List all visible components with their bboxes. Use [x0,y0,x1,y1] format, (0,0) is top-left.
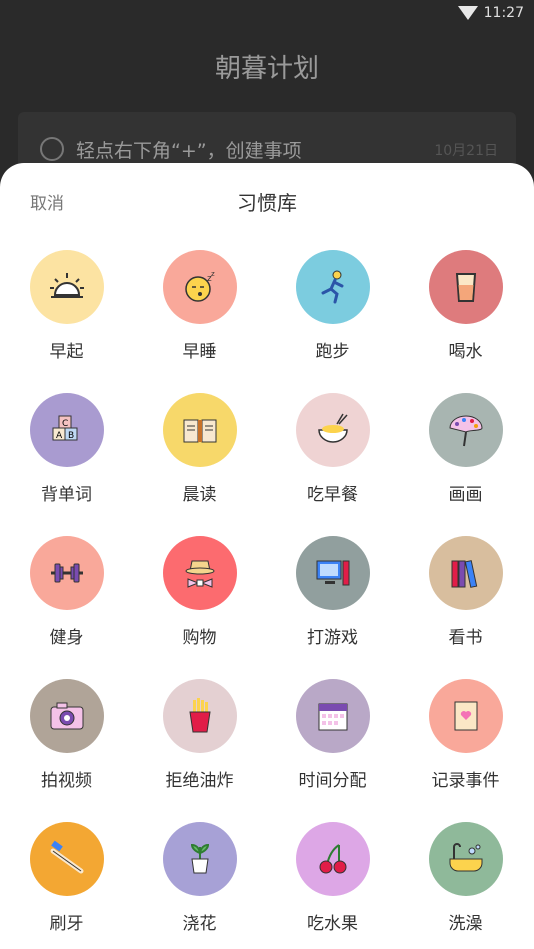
habit-item[interactable]: 购物 [133,536,266,679]
status-bar: 11:27 [0,0,534,28]
svg-text:A: A [56,431,63,441]
habit-icon-circle [29,536,104,610]
habit-item[interactable]: 打游戏 [266,536,399,679]
habit-label: 洗澡 [448,914,483,934]
radio-circle-icon [40,137,64,161]
habit-label: 看书 [448,628,483,648]
habit-label: 喝水 [448,342,483,362]
svg-text:z: z [211,270,215,278]
habit-icon-circle [295,393,370,467]
svg-text:C: C [62,419,68,429]
habit-label: 晨读 [182,485,217,505]
svg-text:B: B [68,431,74,441]
dumbbell-icon [50,563,83,583]
habit-icon-circle [29,679,104,753]
camera-icon [50,702,83,730]
rice-bowl-icon [317,413,348,443]
cherries-icon [319,844,346,874]
sunrise-icon [49,273,84,298]
habit-label: 时间分配 [298,771,367,791]
habit-label: 拒绝油炸 [165,771,234,791]
habit-item[interactable]: 刷牙 [0,822,133,949]
habit-item[interactable]: 喝水 [399,250,532,393]
habit-item[interactable]: 吃水果 [266,822,399,949]
habit-item[interactable]: 早起 [0,250,133,393]
computer-icon [316,560,349,586]
habit-label: 拍视频 [41,771,92,791]
habit-item[interactable]: 吃早餐 [266,393,399,536]
habit-icon-circle [295,536,370,610]
todo-hint-text: 轻点右下角“+”，创建事项 [76,140,302,162]
habit-label: 刷牙 [49,914,84,934]
open-book-icon [183,419,216,443]
french-fries-icon [188,698,211,733]
todo-date: 10月21日 [434,143,498,159]
habit-label: 浇花 [182,914,217,934]
habit-label: 背单词 [41,485,92,505]
runner-icon [321,270,343,304]
habit-icon-circle [29,250,104,324]
habit-label: 记录事件 [431,771,500,791]
habit-icon-circle [29,822,104,896]
habit-item[interactable]: 时间分配 [266,679,399,822]
habit-icon-circle [428,393,503,467]
habit-label: 购物 [182,628,217,648]
habit-icon-circle [162,822,237,896]
habit-icon-circle [428,250,503,324]
habit-icon-circle [428,536,503,610]
wifi-icon [458,6,478,20]
calendar-icon [318,703,347,731]
habit-label: 早起 [49,342,84,362]
habit-library-sheet: 取消 习惯库 早起 zz 早睡 跑步 喝水 A B C 背单词 晨读 吃早餐 画… [0,163,534,949]
habit-icon-circle: zz [162,250,237,324]
habit-icon-circle [162,536,237,610]
habit-item[interactable]: 看书 [399,536,532,679]
habit-icon-circle: ABC [29,393,104,467]
hat-bowtie-icon [185,560,214,588]
habit-icon-circle [295,679,370,753]
habit-icon-circle [428,679,503,753]
habit-label: 跑步 [315,342,350,362]
habit-grid: 早起 zz 早睡 跑步 喝水 ABC 背单词 晨读 吃早餐 画画 健身 购物 打… [0,250,534,949]
bathtub-icon [449,843,482,872]
sheet-header: 取消 习惯库 [0,163,534,237]
habit-label: 吃早餐 [307,485,358,505]
habit-label: 健身 [49,628,84,648]
habit-item[interactable]: 浇花 [133,822,266,949]
habit-icon-circle [162,393,237,467]
habit-label: 打游戏 [307,628,358,648]
habit-item[interactable]: zz 早睡 [133,250,266,393]
habit-item[interactable]: 画画 [399,393,532,536]
habit-item[interactable]: 拍视频 [0,679,133,822]
habit-label: 画画 [448,485,483,505]
toothbrush-icon [50,840,83,874]
potted-plant-icon [190,843,209,874]
sheet-title: 习惯库 [237,191,297,215]
status-time: 11:27 [483,5,524,21]
habit-icon-circle [295,822,370,896]
alphabet-blocks-icon: A BC [52,415,77,441]
habit-item[interactable]: 健身 [0,536,133,679]
habit-item[interactable]: 跑步 [266,250,399,393]
palette-icon [448,415,483,447]
page-title: 朝暮计划 [214,54,319,84]
card-icon [454,701,477,731]
habit-item[interactable]: ABC 背单词 [0,393,133,536]
habit-icon-circle [162,679,237,753]
habit-icon-circle [295,250,370,324]
habit-item[interactable]: 洗澡 [399,822,532,949]
sleepy-face-icon: zz [184,270,215,302]
books-icon [451,560,477,588]
habit-label: 吃水果 [307,914,358,934]
habit-item[interactable]: 晨读 [133,393,266,536]
habit-label: 早睡 [182,342,217,362]
water-glass-icon [455,273,476,302]
habit-icon-circle [428,822,503,896]
habit-item[interactable]: 拒绝油炸 [133,679,266,822]
habit-item[interactable]: 记录事件 [399,679,532,822]
